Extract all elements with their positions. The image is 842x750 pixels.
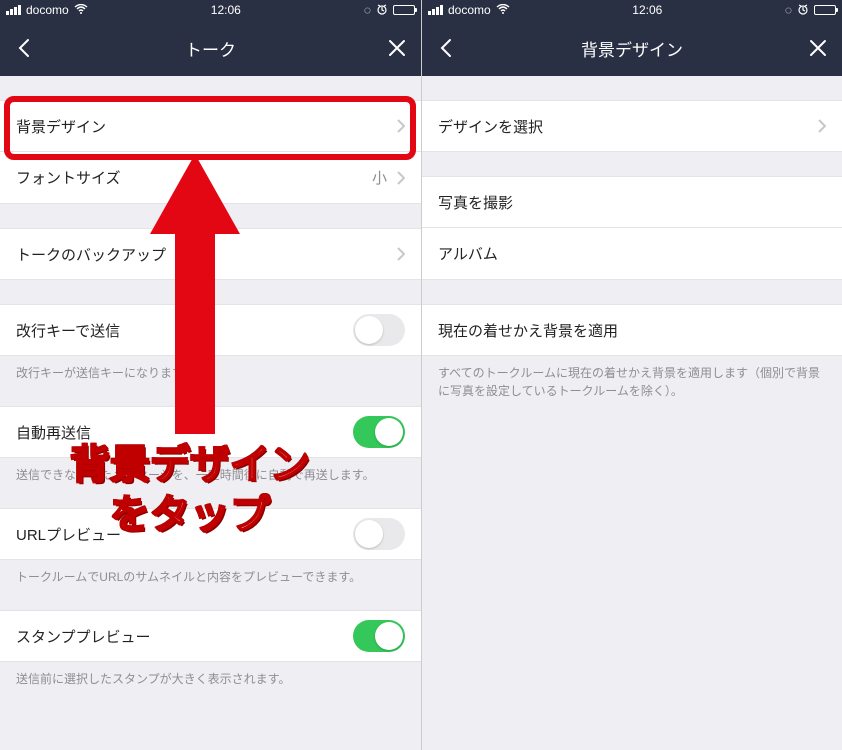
row-label: 背景デザイン — [16, 116, 106, 137]
row-label: 自動再送信 — [16, 422, 91, 443]
back-button[interactable] — [12, 38, 36, 58]
row-label: デザインを選択 — [438, 116, 543, 137]
close-button[interactable] — [385, 39, 409, 57]
row-note: すべてのトークルームに現在の着せかえ背景を適用します（個別で背景に写真を設定して… — [422, 356, 842, 400]
carrier-label: docomo — [448, 3, 491, 17]
clock: 12:06 — [632, 3, 662, 17]
row-auto-resend[interactable]: 自動再送信 — [0, 406, 421, 458]
row-apply-theme-bg[interactable]: 現在の着せかえ背景を適用 — [422, 304, 842, 356]
alarm-icon — [797, 3, 809, 18]
close-button[interactable] — [806, 39, 830, 57]
toggle-stamp-preview[interactable] — [353, 620, 405, 652]
status-bar: docomo 12:06 ◌ — [0, 0, 421, 20]
row-select-design[interactable]: デザインを選択 — [422, 100, 842, 152]
row-album[interactable]: アルバム — [422, 228, 842, 280]
status-bar: docomo 12:06 ◌ — [422, 0, 842, 20]
wifi-icon — [496, 3, 510, 17]
left-screen: docomo 12:06 ◌ トーク 背景デザイン フォントサイズ — [0, 0, 421, 750]
loading-icon: ◌ — [785, 3, 792, 17]
page-title: 背景デザイン — [458, 36, 806, 61]
row-value: 小 — [372, 167, 387, 188]
clock: 12:06 — [211, 3, 241, 17]
row-enter-send[interactable]: 改行キーで送信 — [0, 304, 421, 356]
nav-bar: 背景デザイン — [422, 20, 842, 76]
toggle-url-preview[interactable] — [353, 518, 405, 550]
row-label: トークのバックアップ — [16, 244, 166, 265]
back-button[interactable] — [434, 38, 458, 58]
row-label: スタンププレビュー — [16, 626, 151, 647]
signal-icon — [428, 5, 443, 15]
row-take-photo[interactable]: 写真を撮影 — [422, 176, 842, 228]
row-label: URLプレビュー — [16, 524, 121, 545]
row-talk-backup[interactable]: トークのバックアップ — [0, 228, 421, 280]
row-url-preview[interactable]: URLプレビュー — [0, 508, 421, 560]
row-label: 写真を撮影 — [438, 192, 513, 213]
row-background-design[interactable]: 背景デザイン — [0, 100, 421, 152]
row-note: 送信できなかったメッセージを、一定時間後に自動で再送します。 — [0, 458, 421, 484]
right-screen: docomo 12:06 ◌ 背景デザイン デザインを選択 — [421, 0, 842, 750]
row-label: フォントサイズ — [16, 167, 121, 188]
row-font-size[interactable]: フォントサイズ 小 — [0, 152, 421, 204]
signal-icon — [6, 5, 21, 15]
toggle-auto-resend[interactable] — [353, 416, 405, 448]
row-note: 改行キーが送信キーになります。 — [0, 356, 421, 382]
row-label: 改行キーで送信 — [16, 320, 120, 341]
row-label: 現在の着せかえ背景を適用 — [438, 320, 618, 341]
chevron-right-icon — [397, 119, 405, 133]
page-title: トーク — [36, 36, 385, 61]
row-label: アルバム — [438, 243, 498, 264]
nav-bar: トーク — [0, 20, 421, 76]
battery-icon — [393, 5, 415, 15]
chevron-right-icon — [397, 171, 405, 185]
wifi-icon — [74, 3, 88, 17]
alarm-icon — [376, 3, 388, 18]
carrier-label: docomo — [26, 3, 69, 17]
loading-icon: ◌ — [364, 3, 371, 17]
chevron-right-icon — [397, 247, 405, 261]
row-stamp-preview[interactable]: スタンププレビュー — [0, 610, 421, 662]
row-note: 送信前に選択したスタンプが大きく表示されます。 — [0, 662, 421, 688]
battery-icon — [814, 5, 836, 15]
toggle-enter-send[interactable] — [353, 314, 405, 346]
row-note: トークルームでURLのサムネイルと内容をプレビューできます。 — [0, 560, 421, 586]
chevron-right-icon — [818, 119, 826, 133]
